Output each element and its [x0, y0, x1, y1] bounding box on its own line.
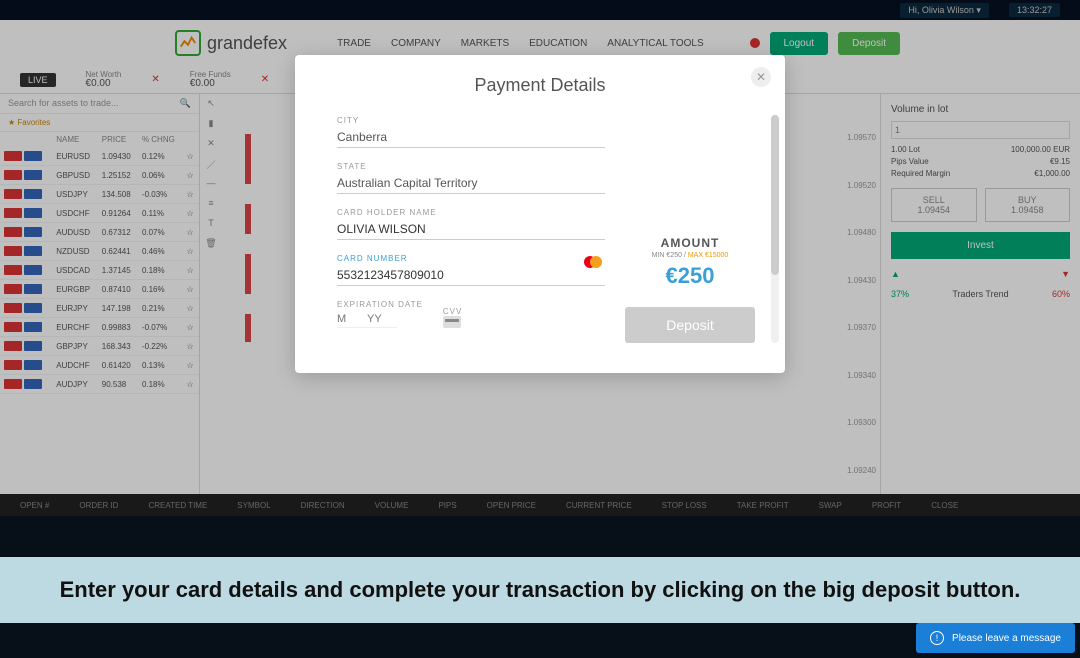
close-icon[interactable]: ✕	[751, 67, 771, 87]
card-label: CARD NUMBER	[337, 254, 605, 263]
payment-modal: ✕ Payment Details CITY STATE CARD HOLDER…	[295, 55, 785, 373]
amount-range: MIN €250 / MAX €15000	[625, 252, 755, 259]
chat-widget[interactable]: ! Please leave a message	[916, 623, 1075, 653]
state-input[interactable]	[337, 173, 605, 194]
cvv-label: CVV	[443, 307, 462, 316]
modal-title: Payment Details	[325, 75, 755, 96]
chat-label: Please leave a message	[952, 633, 1061, 644]
amount-value[interactable]: €250	[625, 263, 755, 289]
holder-label: CARD HOLDER NAME	[337, 208, 605, 217]
modal-scrollbar[interactable]	[771, 115, 779, 343]
instruction-caption: Enter your card details and complete you…	[0, 557, 1080, 623]
mastercard-icon	[581, 254, 605, 270]
city-input[interactable]	[337, 127, 605, 148]
amount-label: AMOUNT	[625, 236, 755, 250]
modal-deposit-button[interactable]: Deposit	[625, 307, 755, 343]
cvv-icon	[443, 316, 461, 328]
holder-input[interactable]	[337, 219, 605, 240]
city-label: CITY	[337, 116, 605, 125]
card-input[interactable]	[337, 265, 605, 286]
exp-mm-input[interactable]	[337, 311, 367, 328]
state-label: STATE	[337, 162, 605, 171]
chat-icon: !	[930, 631, 944, 645]
exp-yy-input[interactable]	[367, 311, 397, 328]
exp-label: EXPIRATION DATE	[337, 300, 423, 309]
